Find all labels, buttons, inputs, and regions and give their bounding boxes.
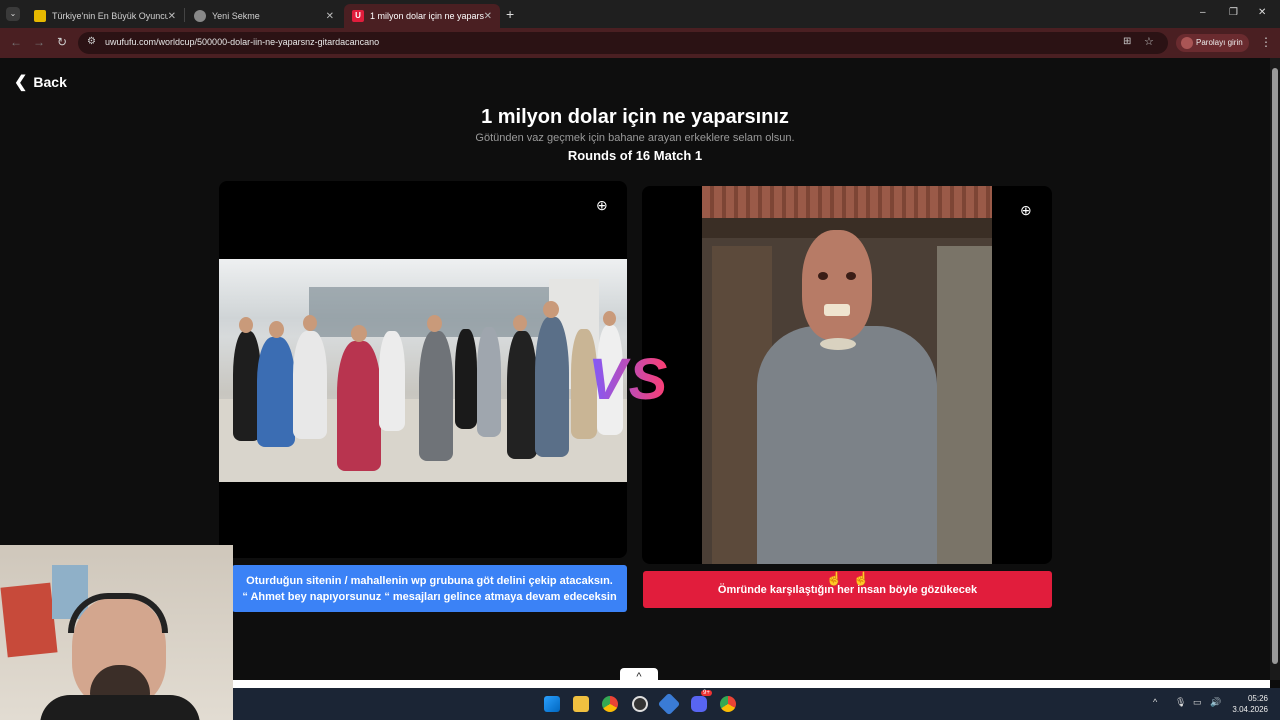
obs-icon[interactable]: [632, 696, 648, 712]
minimize-button[interactable]: –: [1200, 7, 1206, 18]
back-button[interactable]: ❮ Back: [14, 72, 67, 92]
close-window-button[interactable]: ✕: [1258, 7, 1266, 18]
clock-time: 05:26: [1247, 694, 1268, 703]
chevron-left-icon: ❮: [14, 74, 28, 91]
address-bar[interactable]: ⚙ uwufufu.com/worldcup/500000-dolar-iin-…: [78, 32, 1168, 54]
file-explorer-icon[interactable]: [573, 696, 589, 712]
taskbar-clock[interactable]: 05:26 3.04.2026: [1232, 693, 1268, 715]
head: [303, 315, 317, 331]
neck-collar: [820, 338, 856, 350]
browser-toolbar: ← → ↻ ⚙ uwufufu.com/worldcup/500000-dola…: [0, 28, 1280, 58]
uwufufu-favicon-icon: U: [352, 10, 364, 22]
head: [351, 325, 367, 342]
page-bottom-bar: [233, 680, 1270, 688]
round-label: Rounds of 16 Match 1: [567, 148, 703, 163]
person: [535, 317, 569, 457]
tab-new-tab[interactable]: Yeni Sekme ✕: [186, 4, 342, 28]
volume-icon[interactable]: 🔊: [1210, 697, 1221, 708]
scrollbar-thumb[interactable]: [1272, 68, 1278, 664]
tab-divider: [184, 8, 185, 22]
tab-search-icon[interactable]: ⌄: [6, 7, 20, 21]
person: [293, 331, 327, 439]
webcam-overlay: [0, 545, 233, 720]
red-jersey-poster: [0, 582, 58, 658]
left-option-caption-button[interactable]: Oturduğun sitenin / mahallenin wp grubun…: [232, 565, 627, 612]
right-option-card[interactable]: ⊕: [642, 186, 1052, 564]
head: [239, 317, 253, 333]
translate-icon[interactable]: ⊞: [1123, 36, 1131, 47]
close-tab-icon[interactable]: ✕: [484, 11, 492, 22]
reload-icon[interactable]: ↻: [57, 35, 67, 49]
tab-title: Türkiye'nin En Büyük Oyuncu D: [52, 11, 168, 21]
eye: [846, 272, 856, 280]
wall-right: [937, 246, 992, 564]
bookmark-star-icon[interactable]: ☆: [1144, 35, 1154, 48]
right-option-image[interactable]: [702, 186, 992, 564]
head: [513, 315, 527, 331]
password-button-label: Parolayı girin: [1196, 38, 1243, 47]
back-label: Back: [33, 74, 67, 90]
zoom-in-icon[interactable]: ⊕: [596, 197, 608, 214]
menu-kebab-icon[interactable]: ⋮: [1260, 35, 1272, 49]
page-scrollbar[interactable]: [1270, 58, 1280, 680]
chrome-icon[interactable]: [720, 696, 736, 712]
tray-chevron-icon[interactable]: ^: [1153, 697, 1157, 707]
person: [477, 327, 501, 437]
forward-arrow-icon[interactable]: →: [33, 35, 45, 49]
page-subtitle: Götünden vaz geçmek için bahane arayan e…: [475, 132, 795, 144]
close-tab-icon[interactable]: ✕: [168, 11, 176, 22]
network-icon[interactable]: ▭: [1193, 697, 1202, 708]
left-option-card[interactable]: ⊕: [219, 181, 627, 558]
tab-title: 1 milyon dolar için ne yaparsını: [370, 11, 484, 21]
hand-cursor-icon: ☝: [853, 571, 870, 586]
vs-label: VS: [588, 347, 670, 412]
zoom-in-icon[interactable]: ⊕: [1020, 202, 1032, 219]
grey-shirt: [757, 326, 937, 564]
person: [379, 331, 405, 431]
url-text: uwufufu.com/worldcup/500000-dolar-iin-ne…: [105, 37, 380, 47]
back-arrow-icon[interactable]: ←: [10, 35, 22, 49]
left-option-image[interactable]: [219, 259, 627, 482]
new-tab-button[interactable]: +: [506, 6, 514, 22]
masked-head: [802, 230, 872, 340]
windows-start-icon[interactable]: [544, 696, 560, 712]
hand-cursor-icon: ☝: [826, 571, 843, 586]
shirt: [40, 695, 200, 720]
person: [257, 337, 295, 447]
tin-roof: [702, 186, 992, 218]
windows-taskbar: 9+ ^ 🎙 ▭ 🔊 05:26 3.04.2026: [233, 688, 1280, 720]
tab-favicon-icon: [34, 10, 46, 22]
microphone-icon[interactable]: 🎙: [1175, 697, 1186, 708]
head: [543, 301, 559, 318]
discord-icon[interactable]: 9+: [691, 690, 712, 712]
tab-title: Yeni Sekme: [212, 11, 260, 21]
site-info-icon[interactable]: ⚙: [87, 36, 96, 47]
browser-tab-bar: ⌄ Türkiye'nin En Büyük Oyuncu D ✕ Yeni S…: [0, 0, 1280, 28]
chrome-favicon-icon: [194, 10, 206, 22]
password-button[interactable]: Parolayı girin: [1176, 34, 1249, 52]
person: [507, 331, 537, 459]
page-title: 1 milyon dolar için ne yaparsınız: [481, 106, 789, 128]
restore-button[interactable]: ❐: [1229, 7, 1238, 18]
notification-badge: 9+: [701, 690, 712, 696]
head: [269, 321, 284, 338]
clock-date: 3.04.2026: [1232, 705, 1268, 714]
right-option-caption-button[interactable]: Ömründe karşılaştığın her insan böyle gö…: [643, 571, 1052, 608]
teeth: [824, 304, 850, 316]
tab-active-uwufufu[interactable]: U 1 milyon dolar için ne yaparsını ✕: [344, 4, 500, 28]
tab-oyuncu[interactable]: Türkiye'nin En Büyük Oyuncu D ✕: [26, 4, 184, 28]
chrome-icon[interactable]: [602, 696, 618, 712]
person: [337, 341, 381, 471]
person: [419, 331, 453, 461]
bottom-expand-button[interactable]: ^: [620, 668, 658, 686]
head: [427, 315, 442, 332]
app-icon[interactable]: [657, 692, 681, 716]
eye: [818, 272, 828, 280]
key-icon: [1181, 37, 1193, 49]
close-tab-icon[interactable]: ✕: [326, 11, 334, 22]
person: [455, 329, 477, 429]
head: [603, 311, 616, 326]
